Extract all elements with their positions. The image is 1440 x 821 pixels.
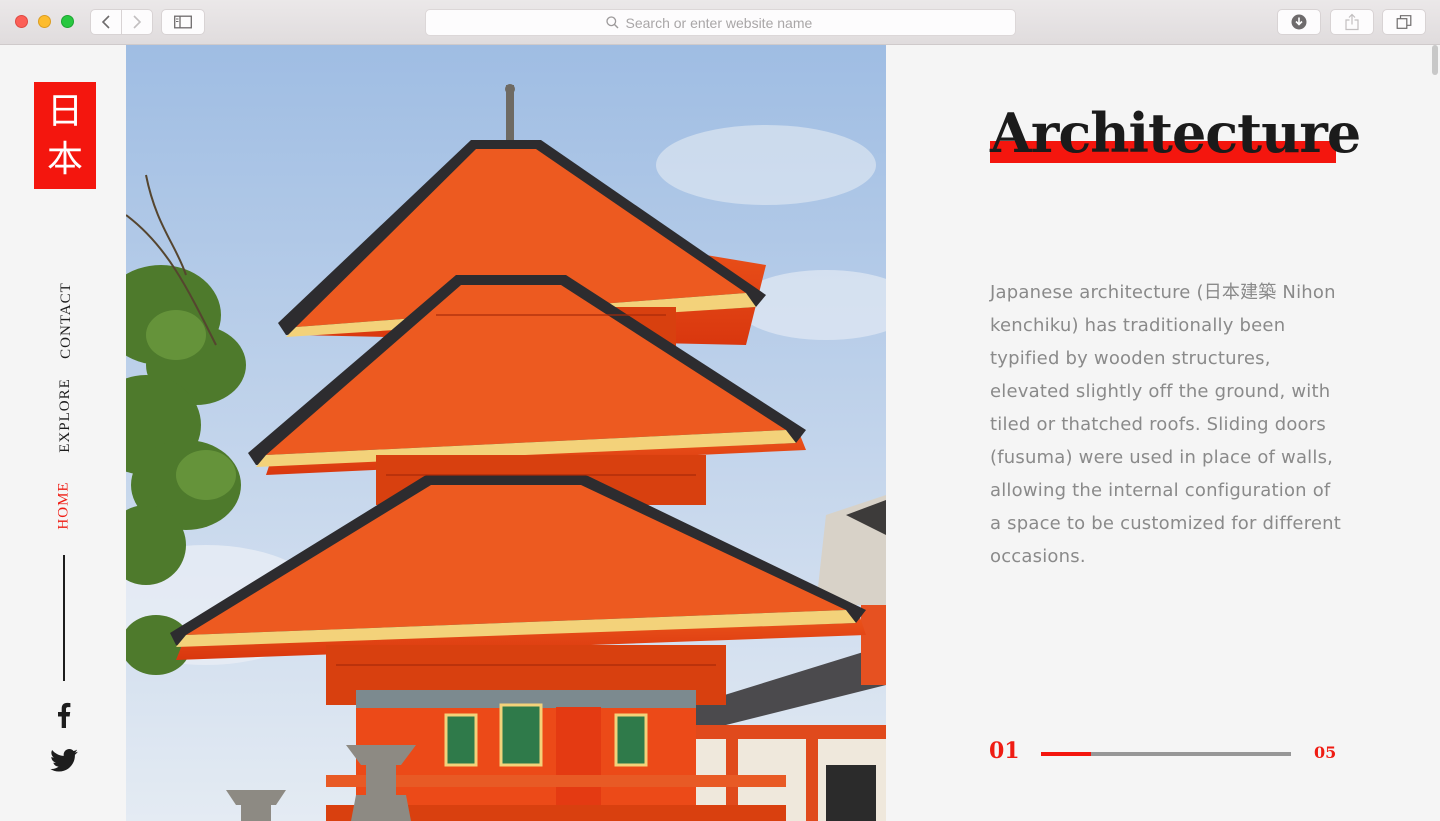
chevron-right-icon	[133, 15, 142, 29]
browser-toolbar	[0, 0, 1440, 45]
downloads-button[interactable]	[1277, 9, 1321, 35]
nav-explore-label: EXPLORE	[56, 378, 73, 453]
address-input[interactable]	[625, 14, 836, 31]
slide-progress-bar[interactable]	[1041, 752, 1291, 756]
slide-progress-fill	[1041, 752, 1091, 756]
close-window-button[interactable]	[15, 15, 28, 28]
article-panel: Architecture Japanese architecture (日本建築…	[886, 45, 1440, 821]
page-title: Architecture	[990, 101, 1361, 165]
nav-home[interactable]: HOME	[28, 481, 100, 529]
download-icon	[1291, 14, 1307, 30]
share-icon	[1345, 13, 1359, 31]
forward-button[interactable]	[121, 9, 153, 35]
title-block: Architecture	[990, 99, 1361, 167]
twitter-icon	[50, 748, 78, 772]
sidebar-toggle-button[interactable]	[161, 9, 205, 35]
pagoda-illustration	[126, 45, 886, 821]
article-description: Japanese architecture (日本建築 Nihon kenchi…	[990, 282, 1342, 567]
pagoda-photo	[126, 45, 886, 821]
slide-total-number: 05	[1314, 743, 1337, 762]
nav-explore[interactable]: EXPLORE	[28, 378, 100, 453]
show-tabs-button[interactable]	[1382, 9, 1426, 35]
minimize-window-button[interactable]	[38, 15, 51, 28]
facebook-icon	[58, 702, 71, 728]
sidebar-icon	[174, 15, 192, 29]
logo-char: 日	[46, 90, 83, 132]
nav-home-label: HOME	[55, 481, 72, 530]
share-button[interactable]	[1330, 9, 1374, 35]
zoom-window-button[interactable]	[61, 15, 74, 28]
search-icon	[605, 16, 618, 29]
slide-current-number: 01	[989, 738, 1020, 764]
tabs-icon	[1396, 15, 1412, 29]
back-button[interactable]	[90, 9, 122, 35]
twitter-link[interactable]	[49, 745, 79, 775]
site-logo[interactable]: 日 本	[34, 82, 96, 189]
address-bar[interactable]	[425, 9, 1016, 36]
nav-contact-label: CONTACT	[57, 282, 74, 359]
chevron-left-icon	[101, 15, 110, 29]
nav-divider	[63, 555, 65, 681]
side-navigation: 日 本 CONTACT EXPLORE HOME	[0, 45, 126, 821]
facebook-link[interactable]	[49, 700, 79, 730]
page-scrollbar[interactable]	[1432, 45, 1438, 75]
web-page: 日 本 CONTACT EXPLORE HOME Architecture Ja…	[0, 45, 1440, 821]
logo-char: 本	[46, 138, 83, 180]
nav-contact[interactable]: CONTACT	[28, 282, 100, 359]
